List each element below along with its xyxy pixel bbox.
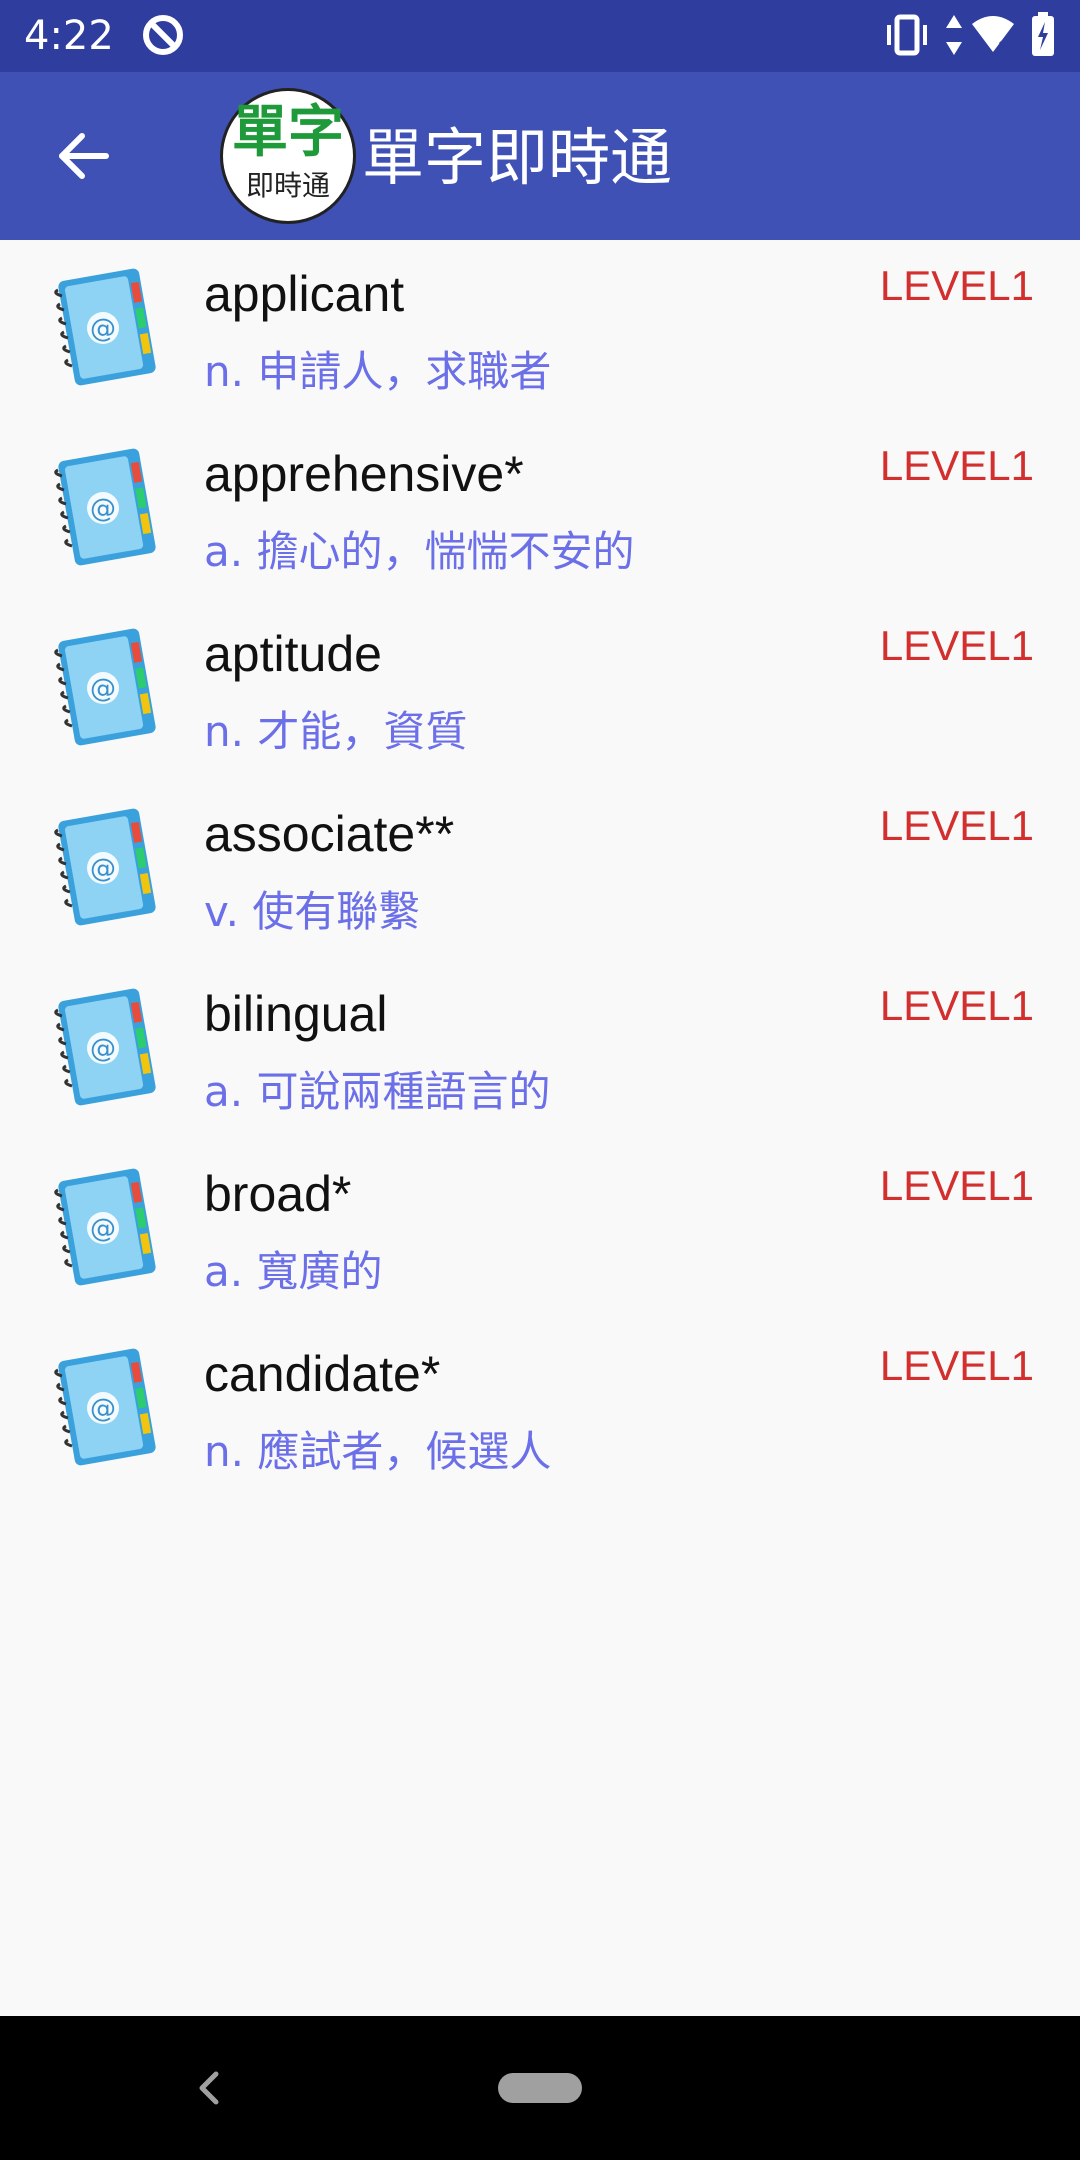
notebook-icon: @ <box>48 1166 158 1290</box>
word-definition: n. 申請人，求職者 <box>204 347 552 396</box>
svg-text:@: @ <box>90 1394 116 1424</box>
word-text: associate** <box>204 806 455 862</box>
svg-text:@: @ <box>90 1034 116 1064</box>
svg-text:@: @ <box>90 854 116 884</box>
word-list-item[interactable]: @ aptitude n. 才能，資質 LEVEL1 <box>0 600 1080 780</box>
word-definition: v. 使有聯繫 <box>204 887 421 936</box>
word-text: aptitude <box>204 626 382 682</box>
back-button[interactable] <box>40 112 128 200</box>
notification-q-icon <box>138 10 188 64</box>
svg-text:@: @ <box>90 314 116 344</box>
vibrate-icon <box>884 10 930 64</box>
status-bar: 4:22 <box>0 0 1080 72</box>
word-text: applicant <box>204 266 405 322</box>
nav-home-pill[interactable] <box>498 2073 582 2103</box>
svg-text:@: @ <box>90 674 116 704</box>
nav-back-icon <box>199 2071 219 2105</box>
level-badge: LEVEL1 <box>879 982 1034 1029</box>
logo-main-text: 單字 <box>232 100 344 165</box>
word-list-item[interactable]: @ apprehensive* a. 擔心的，惴惴不安的 LEVEL1 <box>0 420 1080 600</box>
word-list-item[interactable]: @ bilingual a. 可說兩種語言的 LEVEL1 <box>0 960 1080 1140</box>
status-time: 4:22 <box>24 13 114 59</box>
notebook-icon: @ <box>48 266 158 390</box>
svg-text:@: @ <box>90 494 116 524</box>
word-list-item[interactable]: @ applicant n. 申請人，求職者 LEVEL1 <box>0 240 1080 420</box>
notebook-icon: @ <box>48 806 158 930</box>
word-list-item[interactable]: @ associate** v. 使有聯繫 LEVEL1 <box>0 780 1080 960</box>
battery-icon <box>1030 10 1056 64</box>
arrow-back-icon <box>59 133 109 179</box>
word-list-item[interactable]: @ broad* a. 寬廣的 LEVEL1 <box>0 1140 1080 1320</box>
word-text: bilingual <box>204 986 388 1042</box>
word-list-item[interactable]: @ candidate* n. 應試者，候選人 LEVEL1 <box>0 1320 1080 1500</box>
logo-sub-text: 即時通 <box>245 169 330 202</box>
notebook-icon: @ <box>48 446 158 570</box>
word-text: apprehensive* <box>204 446 524 502</box>
level-badge: LEVEL1 <box>879 622 1034 669</box>
notebook-icon: @ <box>48 1346 158 1470</box>
navigation-bar <box>0 2016 1080 2160</box>
word-definition: n. 應試者，候選人 <box>204 1427 552 1476</box>
word-definition: a. 可說兩種語言的 <box>204 1067 551 1116</box>
level-badge: LEVEL1 <box>879 442 1034 489</box>
level-badge: LEVEL1 <box>879 802 1034 849</box>
app-logo: 單字 即時通 <box>220 88 356 224</box>
svg-text:@: @ <box>90 1214 116 1244</box>
app-bar: 單字 即時通 單字即時通 <box>0 72 1080 240</box>
level-badge: LEVEL1 <box>879 1162 1034 1209</box>
word-definition: a. 寬廣的 <box>204 1247 383 1296</box>
data-arrows-icon <box>944 10 964 64</box>
level-badge: LEVEL1 <box>879 1342 1034 1389</box>
level-badge: LEVEL1 <box>879 262 1034 309</box>
word-list: @ applicant n. 申請人，求職者 LEVEL1 @ apprehen… <box>0 240 1080 1500</box>
word-definition: n. 才能，資質 <box>204 707 468 756</box>
word-text: broad* <box>204 1166 352 1222</box>
notebook-icon: @ <box>48 986 158 1110</box>
notebook-icon: @ <box>48 626 158 750</box>
word-definition: a. 擔心的，惴惴不安的 <box>204 527 635 576</box>
wifi-icon <box>970 10 1016 64</box>
word-text: candidate* <box>204 1346 441 1402</box>
nav-back-button[interactable] <box>186 2064 234 2112</box>
page-title: 單字即時通 <box>362 121 673 194</box>
